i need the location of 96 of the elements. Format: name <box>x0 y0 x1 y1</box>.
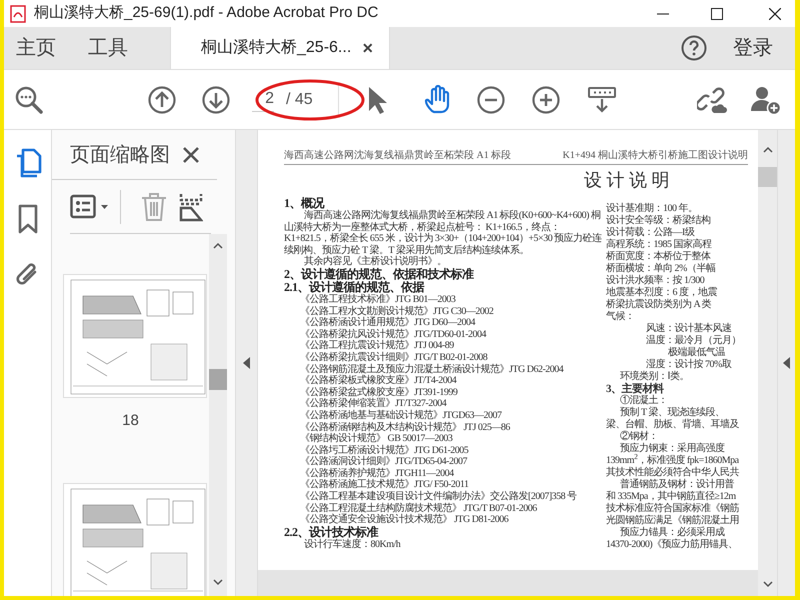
text-line: 设计荷载：公路—I级 <box>606 227 696 238</box>
text-line: 预应力钢束：采用高强度 <box>619 443 726 454</box>
section-heading: 1、概况 <box>284 197 324 210</box>
text-line: 风速：设计基本风速 <box>645 323 732 334</box>
maximize-icon[interactable] <box>711 8 723 20</box>
close-icon[interactable] <box>183 146 199 162</box>
text-line: 梁、台帽、肋板、背墙、耳墙及 <box>606 419 740 430</box>
reference-item: 《公路工程基本建设项目设计文件编制办法》交公路发[2007]358 号 <box>299 491 578 502</box>
text-line: 光圆钢筋应满足《钢筋混凝土用 <box>606 515 740 526</box>
tab[interactable]: 桐山溪特大桥_25-6... × <box>170 27 390 69</box>
page-header: K1+494 桐山溪特大桥引桥施工图设计说明 <box>562 148 748 163</box>
tab-close-button[interactable]: × <box>362 34 373 62</box>
app-logo-icon <box>10 4 26 22</box>
text-line: 普通钢筋及钢材：设计用普 <box>619 479 735 490</box>
scroll-down-icon[interactable] <box>213 579 223 586</box>
text-line: 温度：最冷月（元月） <box>645 335 742 346</box>
scroll-down-icon[interactable] <box>762 581 772 588</box>
text-line: 预制 T 梁、现浇连续段、 <box>619 407 726 418</box>
scrollbar-thumb[interactable] <box>209 369 227 390</box>
page-header: 海西高速公路网沈海复线福鼎贯岭至柘荣段 A1 标段 <box>284 148 512 163</box>
extract-pages-icon[interactable] <box>179 192 203 222</box>
paragraph: 设计行车速度：80Km/h <box>303 538 402 550</box>
page-thumbnail-drawing[interactable] <box>62 482 206 596</box>
reference-item: 《公路涵洞设计细则》JTG/TD65-04-2007 <box>299 456 468 468</box>
add-user-icon[interactable] <box>751 84 781 114</box>
section-heading: 2.2、设计技术标准 <box>284 526 380 539</box>
reference-item: 《公路钢筋混凝土及预应力混凝土桥涵设计规范》JTG D62-2004 <box>299 364 565 375</box>
scroll-up-icon[interactable] <box>762 146 772 153</box>
section-heading: 2、设计遵循的规范、依据和技术标准 <box>284 268 475 281</box>
expand-arrow-icon[interactable] <box>783 357 790 369</box>
text-line: ①混凝土： <box>619 395 668 406</box>
zoom-in-icon[interactable] <box>532 86 560 114</box>
reference-item: 《公路桥涵设计通用规范》JTG D60—2004 <box>299 317 476 328</box>
text-line: 环境类别：Ⅰ类。 <box>619 371 690 382</box>
panel-title: 页面缩略图 <box>70 142 170 168</box>
scroll-up-icon[interactable] <box>213 242 223 249</box>
page-number-label: 18 <box>122 411 139 431</box>
reference-item: 《公路工程混凝土结构防腐技术规范》 JTG/T B07-01-2006 <box>299 502 538 514</box>
zoom-out-icon[interactable] <box>477 86 505 114</box>
window-title: 桐山溪特大桥_25-69(1).pdf - Adobe Acrobat Pro DC <box>34 3 378 24</box>
text-line: 139mm$^{2}$，标准强度 fpk=1860Mpa <box>606 455 740 466</box>
text-line: 14370-2000)《预应力筋用锚具、 <box>606 539 739 551</box>
tab[interactable]: 主页 <box>4 27 76 69</box>
reference-item: 《公路桥涵养护规范》JTGH11—2004 <box>299 468 455 479</box>
search-icon[interactable] <box>14 84 44 114</box>
link-cloud-icon[interactable] <box>697 84 727 114</box>
text-line: ②钢材： <box>619 431 659 442</box>
text-line: 极端最低气温 <box>667 347 726 358</box>
reference-item: 《公路桥梁板式橡胶支座》JT/T4-2004 <box>299 375 458 386</box>
options-icon[interactable] <box>70 194 110 220</box>
text-line: 桥梁抗震设防类别为 A 类 <box>606 299 712 311</box>
page-number-field[interactable]: 2 <box>252 87 274 112</box>
text-line: 预应力锚具：必须采用成 <box>619 527 726 538</box>
sign-in-button[interactable]: 登录 <box>731 27 795 69</box>
reference-item: 《公路桥梁盆式橡胶支座》JT391-1999 <box>299 386 458 398</box>
section-heading: 3、主要材料 <box>606 383 665 395</box>
help-icon[interactable] <box>681 35 707 61</box>
reference-item: 《公路工程技术标准》JTG B01—2003 <box>299 294 456 306</box>
previous-page-icon[interactable] <box>148 86 176 114</box>
reference-item: 《公路交通安全设施设计技术规范》 JTG D81-2006 <box>299 514 510 526</box>
paragraph: 其余内容见《主桥设计说明书》。 <box>303 256 448 268</box>
close-icon[interactable] <box>769 8 781 20</box>
text-line: 技术标准应符合国家标准《钢筋 <box>606 503 740 514</box>
reference-item: 《公路工程水文勘测设计规范》JTG C30—2002 <box>299 306 494 317</box>
reference-item: 《公路圬工桥涵设计规范》JTG D61-2005 <box>299 444 470 456</box>
reference-item: 《公路桥梁抗风设计规范》JTG/TD60-01-2004 <box>299 328 488 340</box>
text-line: 和 335Mpa，其中钢筋直径≥12m <box>606 491 737 502</box>
tab[interactable]: 工具 <box>76 27 148 69</box>
reference-item: 《公路桥梁伸缩装置》JT/T327-2004 <box>299 398 448 410</box>
collapse-arrow-icon[interactable] <box>243 357 250 369</box>
document-title: 设 计 说 明 <box>584 169 670 191</box>
reference-item: 《公路工程抗震设计规范》JTJ 004-89 <box>299 340 455 352</box>
text-line: 设计洪水频率：按 1/300 <box>606 275 706 286</box>
reference-item: 《公路桥涵施工技术规范》JTG/ F50-2011 <box>299 479 470 490</box>
fit-page-icon[interactable] <box>588 86 616 114</box>
text-line: 桥面宽度：本桥位于整体 <box>606 251 712 262</box>
scrollbar[interactable] <box>209 234 227 596</box>
page-thumbnail-drawing[interactable] <box>62 274 206 398</box>
next-page-icon[interactable] <box>202 86 230 114</box>
reference-item: 《公路桥梁抗震设计细则》JTG/T B02-01-2008 <box>299 352 488 364</box>
page-count: / 45 <box>286 90 313 110</box>
text-line: 湿度：设计按 70%取 <box>645 359 732 370</box>
text-line: 其技术性能必须符合中华人民共 <box>606 467 740 478</box>
reference-item: 《钢结构设计规范》 GB 50017—2003 <box>299 433 454 444</box>
text-line: 桥面横坡：单向 2%（半幅 <box>606 263 716 274</box>
scrollbar-thumb[interactable] <box>758 167 777 187</box>
text-line: 设计安全等级：桥梁结构 <box>606 215 712 226</box>
text-line: 高程系统：1985 国家高程 <box>606 239 713 250</box>
text-line: 气候： <box>606 311 636 323</box>
scrollbar[interactable] <box>758 130 777 596</box>
text-line: 地震基本烈度：6 度，地震 <box>606 287 718 298</box>
reference-item: 《公路桥涵钢结构及木结构设计规范》 JTJ 025—86 <box>299 422 511 432</box>
reference-item: 《公路桥涵地基与基础设计规范》JTGD63—2007 <box>299 410 503 422</box>
section-heading: 2.1、设计遵循的规范、依据 <box>284 280 424 294</box>
paragraph: 海西高速公路网沈海复线福鼎贯岭至柘荣段 A1 标段(K0+600~K4+600) 桐山溪特大桥为一座整体式大桥，桥梁起点桩号： K1+166.5，终点： K1+821.5，桥梁全长 655 米，设计为 3×30+（104+200+104）+5×30 预应力砼连续刚构、预应力砼 T 梁。T 梁采用先简支后结构连续体系。 <box>284 210 602 256</box>
text-line: 设计基准期：100 年。 <box>606 203 698 214</box>
